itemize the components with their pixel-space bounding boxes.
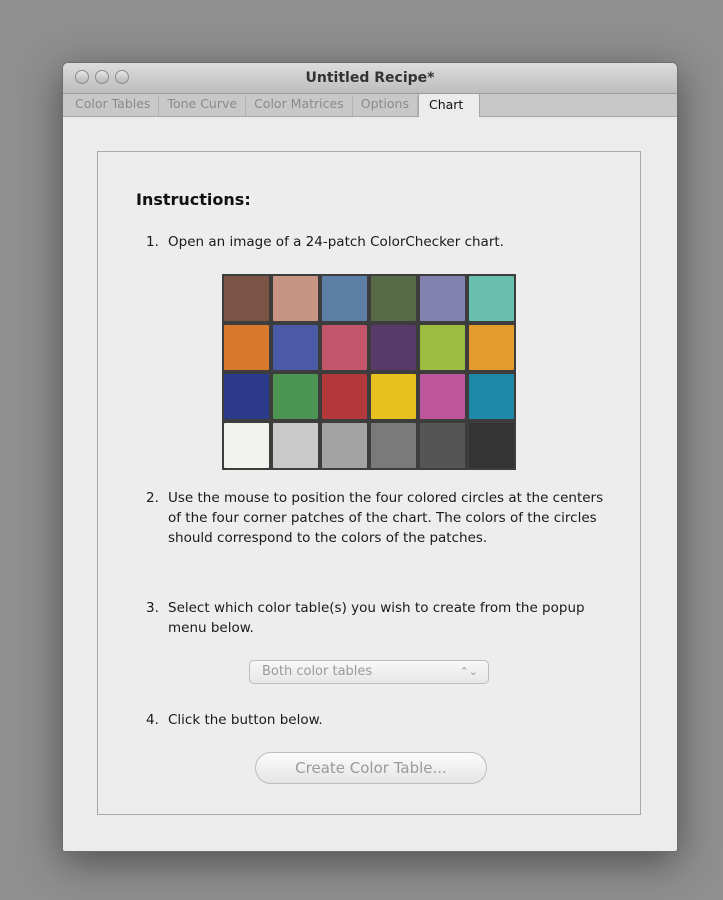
step-text: Use the mouse to position the four color… xyxy=(168,490,604,546)
color-patch xyxy=(224,325,269,370)
step-4: 4. Click the button below. xyxy=(146,710,606,730)
color-patch xyxy=(224,374,269,419)
popup-selected-value: Both color tables xyxy=(262,664,373,679)
tab-color-tables[interactable]: Color Tables xyxy=(67,96,160,116)
color-patch xyxy=(371,374,416,419)
step-number: 1. xyxy=(146,234,159,250)
tab-options[interactable]: Options xyxy=(353,96,418,116)
color-patch xyxy=(273,423,318,468)
color-patch xyxy=(420,325,465,370)
color-patch xyxy=(469,276,514,321)
colorchecker-chart-image xyxy=(222,274,516,470)
color-table-popup[interactable]: Both color tables ⌃⌄ xyxy=(249,660,489,684)
step-3: 3. Select which color table(s) you wish t… xyxy=(146,598,606,638)
instructions-heading: Instructions: xyxy=(136,190,251,209)
color-patch xyxy=(420,374,465,419)
color-patch xyxy=(420,423,465,468)
step-number: 2. xyxy=(146,490,159,506)
popup-arrows-icon: ⌃⌄ xyxy=(459,665,478,678)
step-2: 2. Use the mouse to position the four col… xyxy=(146,488,606,548)
color-patch xyxy=(322,374,367,419)
step-text: Select which color table(s) you wish to … xyxy=(168,600,585,636)
tab-tone-curve[interactable]: Tone Curve xyxy=(159,96,247,116)
color-patch xyxy=(371,325,416,370)
color-patch xyxy=(469,423,514,468)
color-patch xyxy=(273,374,318,419)
color-patch xyxy=(371,423,416,468)
color-patch xyxy=(273,276,318,321)
color-patch xyxy=(322,325,367,370)
step-text: Open an image of a 24-patch ColorChecker… xyxy=(168,234,504,250)
chart-panel: Instructions: 1. Open an image of a 24-pa… xyxy=(97,151,641,815)
window-title: Untitled Recipe* xyxy=(305,70,435,86)
color-patch xyxy=(322,276,367,321)
recipe-window: Untitled Recipe* Color Tables Tone Curve… xyxy=(62,62,678,852)
color-patch xyxy=(469,325,514,370)
color-patch xyxy=(322,423,367,468)
create-color-table-button[interactable]: Create Color Table... xyxy=(255,752,487,784)
tab-color-matrices[interactable]: Color Matrices xyxy=(246,96,353,116)
step-number: 3. xyxy=(146,600,159,616)
step-number: 4. xyxy=(146,712,159,728)
step-1: 1. Open an image of a 24-patch ColorCheck… xyxy=(146,232,606,252)
color-patch xyxy=(420,276,465,321)
tab-bar: Color Tables Tone Curve Color Matrices O… xyxy=(63,93,677,117)
color-patch xyxy=(273,325,318,370)
color-patch xyxy=(224,276,269,321)
tab-chart[interactable]: Chart xyxy=(417,93,481,117)
step-text: Click the button below. xyxy=(168,712,323,728)
color-patch xyxy=(224,423,269,468)
title-bar[interactable]: Untitled Recipe* xyxy=(63,63,677,94)
color-patch xyxy=(371,276,416,321)
color-patch xyxy=(469,374,514,419)
